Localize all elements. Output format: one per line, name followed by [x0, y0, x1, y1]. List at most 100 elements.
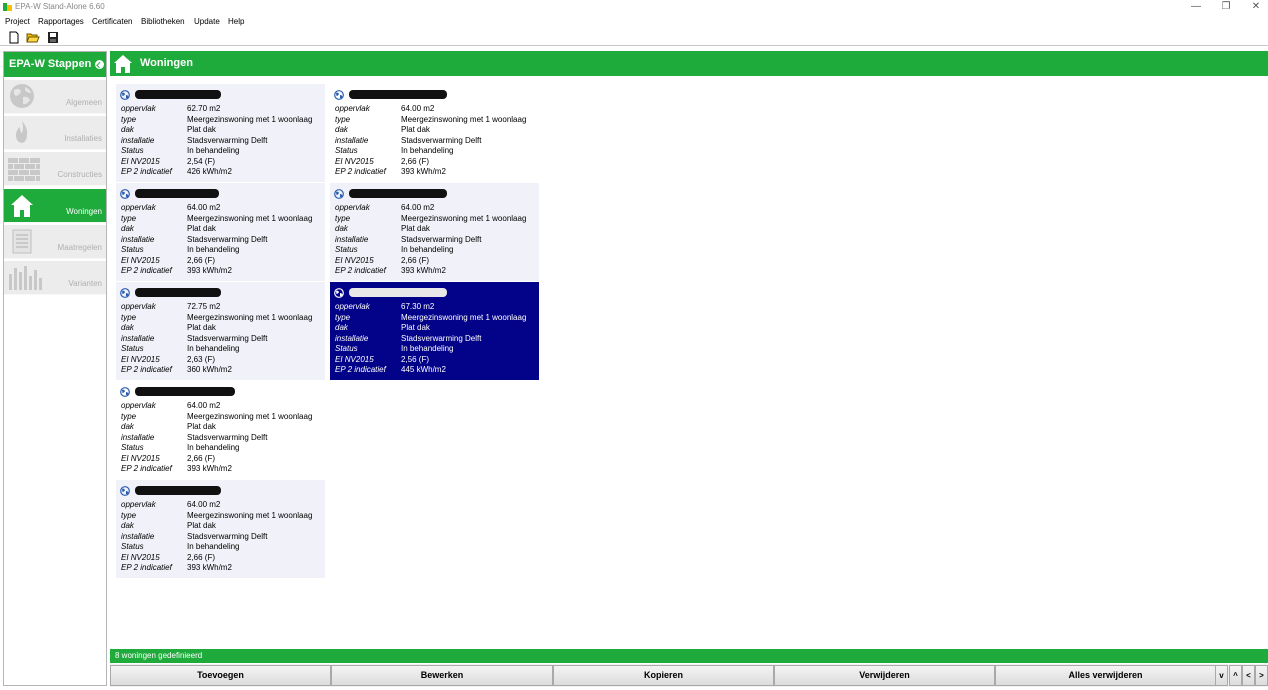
card-row-status: Status In behandeling	[335, 245, 540, 256]
card-row-type: type Meergezinswoning met 1 woonlaag	[121, 412, 326, 423]
sidebar-item-maatregelen[interactable]: Maatregelen	[4, 225, 106, 259]
field-value: Stadsverwarming Delft	[187, 531, 268, 541]
field-value: Stadsverwarming Delft	[401, 234, 482, 244]
card-row-area: oppervlak 64.00 m2	[335, 104, 540, 115]
card-row-ep: EP 2 indicatief 426 kWh/m2	[121, 167, 326, 178]
field-value: Stadsverwarming Delft	[187, 234, 268, 244]
brick-wall-icon	[8, 155, 40, 182]
sidebar-item-algemeen[interactable]: Algemeen	[4, 80, 106, 114]
dwelling-card[interactable]: oppervlak 64.00 m2 type Meergezinswoning me…	[116, 480, 325, 578]
add-button[interactable]: Toevoegen	[110, 665, 331, 686]
field-label: dak	[121, 521, 134, 530]
field-label: type	[121, 411, 137, 421]
sidebar-item-varianten[interactable]: Varianten	[4, 261, 106, 295]
delete-all-button[interactable]: Alles verwijderen	[995, 665, 1216, 686]
sidebar-item-installaties[interactable]: Installaties	[4, 116, 106, 150]
collapse-icon[interactable]	[95, 60, 104, 69]
card-row-installation: installatie Stadsverwarming Delft	[121, 532, 326, 543]
delete-button[interactable]: Verwijderen	[774, 665, 995, 686]
field-label: EP 2 indicatief	[121, 167, 172, 176]
field-value: Plat dak	[187, 125, 216, 134]
field-label: installatie	[335, 234, 369, 244]
page-title: Woningen	[140, 57, 193, 69]
field-value: 445 kWh/m2	[401, 365, 446, 374]
sort-down-button[interactable]: v	[1215, 665, 1228, 686]
field-label: type	[335, 213, 351, 223]
card-row-ei: EI NV2015 2,56 (F)	[335, 355, 540, 366]
field-label: installatie	[121, 432, 155, 442]
field-value: 393 kWh/m2	[187, 266, 232, 275]
card-row-area: oppervlak 64.00 m2	[121, 203, 326, 214]
open-folder-icon[interactable]	[26, 31, 40, 44]
field-label: EP 2 indicatief	[121, 266, 172, 275]
field-value: Meergezinswoning met 1 woonlaag	[401, 213, 527, 223]
save-icon[interactable]	[46, 31, 60, 44]
card-row-installation: installatie Stadsverwarming Delft	[121, 235, 326, 246]
field-label: EI NV2015	[121, 453, 160, 463]
menu-update[interactable]: Update	[194, 17, 220, 26]
dwelling-card[interactable]: oppervlak 62.70 m2 type Meergezinswoning me…	[116, 84, 325, 182]
field-label: EP 2 indicatief	[121, 464, 172, 473]
field-value: 64.00 m2	[401, 203, 435, 212]
field-label: oppervlak	[121, 500, 156, 509]
field-label: installatie	[121, 333, 155, 343]
close-button[interactable]: ✕	[1249, 1, 1263, 12]
field-value: Plat dak	[401, 323, 430, 332]
sidebar-item-label: Varianten	[68, 279, 102, 288]
dwelling-card[interactable]: oppervlak 72.75 m2 type Meergezinswoning me…	[116, 282, 325, 380]
field-label: Status	[335, 146, 358, 155]
field-value: In behandeling	[187, 344, 240, 353]
sort-up-button[interactable]: ^	[1229, 665, 1242, 686]
card-row-ep: EP 2 indicatief 393 kWh/m2	[335, 167, 540, 178]
dwelling-card[interactable]: oppervlak 64.00 m2 type Meergezinswoning me…	[330, 183, 539, 281]
menu-rapportages[interactable]: Rapportages	[38, 17, 84, 26]
edit-button[interactable]: Bewerken	[331, 665, 553, 686]
sidebar-item-constructies[interactable]: Constructies	[4, 152, 106, 186]
field-value: Meergezinswoning met 1 woonlaag	[187, 312, 313, 322]
menu-project[interactable]: Project	[5, 17, 30, 26]
minimize-button[interactable]: —	[1189, 1, 1203, 12]
field-value: 62.70 m2	[187, 104, 221, 113]
action-bar: Toevoegen Bewerken Kopieren Verwijderen …	[110, 664, 1268, 687]
steps-sidebar: EPA-W Stappen Algemeen Installaties Cons…	[3, 51, 107, 686]
card-row-ei: EI NV2015 2,66 (F)	[335, 157, 540, 168]
card-row-roof: dak Plat dak	[335, 125, 540, 136]
next-button[interactable]: >	[1255, 665, 1268, 686]
dwelling-card[interactable]: oppervlak 64.00 m2 type Meergezinswoning me…	[116, 183, 325, 281]
sidebar-item-label: Woningen	[66, 207, 102, 216]
card-row-roof: dak Plat dak	[121, 224, 326, 235]
field-value: Meergezinswoning met 1 woonlaag	[401, 312, 527, 322]
title-bar: EPA-W Stand-Alone 6.60 — ❐ ✕	[0, 0, 1268, 14]
field-label: Status	[121, 245, 144, 254]
field-label: dak	[335, 224, 348, 233]
globe-icon	[120, 387, 130, 397]
field-label: type	[335, 312, 351, 322]
field-label: oppervlak	[121, 104, 156, 113]
field-label: EI NV2015	[121, 354, 160, 364]
field-value: 64.00 m2	[187, 401, 221, 410]
field-value: Meergezinswoning met 1 woonlaag	[187, 213, 313, 223]
field-value: 2,66 (F)	[401, 156, 430, 166]
field-value: Plat dak	[187, 323, 216, 332]
dwelling-card[interactable]: oppervlak 67.30 m2 type Meergezinswoning me…	[330, 282, 539, 380]
field-label: EI NV2015	[335, 354, 374, 364]
restore-button[interactable]: ❐	[1219, 1, 1233, 12]
globe-icon	[120, 288, 130, 298]
menu-certificaten[interactable]: Certificaten	[92, 17, 132, 26]
sidebar-item-woningen[interactable]: Woningen	[4, 189, 106, 223]
app-logo-icon	[3, 3, 12, 11]
field-value: 64.00 m2	[401, 104, 435, 113]
field-label: EI NV2015	[121, 156, 160, 166]
field-label: installatie	[335, 333, 369, 343]
menu-help[interactable]: Help	[228, 17, 244, 26]
card-row-status: Status In behandeling	[121, 245, 326, 256]
dwelling-address-redacted	[135, 486, 221, 495]
copy-button[interactable]: Kopieren	[553, 665, 774, 686]
new-file-icon[interactable]	[7, 31, 21, 44]
card-row-roof: dak Plat dak	[121, 521, 326, 532]
previous-button[interactable]: <	[1242, 665, 1255, 686]
dwelling-card[interactable]: oppervlak 64.00 m2 type Meergezinswoning me…	[116, 381, 325, 479]
dwelling-card[interactable]: oppervlak 64.00 m2 type Meergezinswoning me…	[330, 84, 539, 182]
menu-bibliotheken[interactable]: Bibliotheken	[141, 17, 185, 26]
card-row-type: type Meergezinswoning met 1 woonlaag	[121, 214, 326, 225]
